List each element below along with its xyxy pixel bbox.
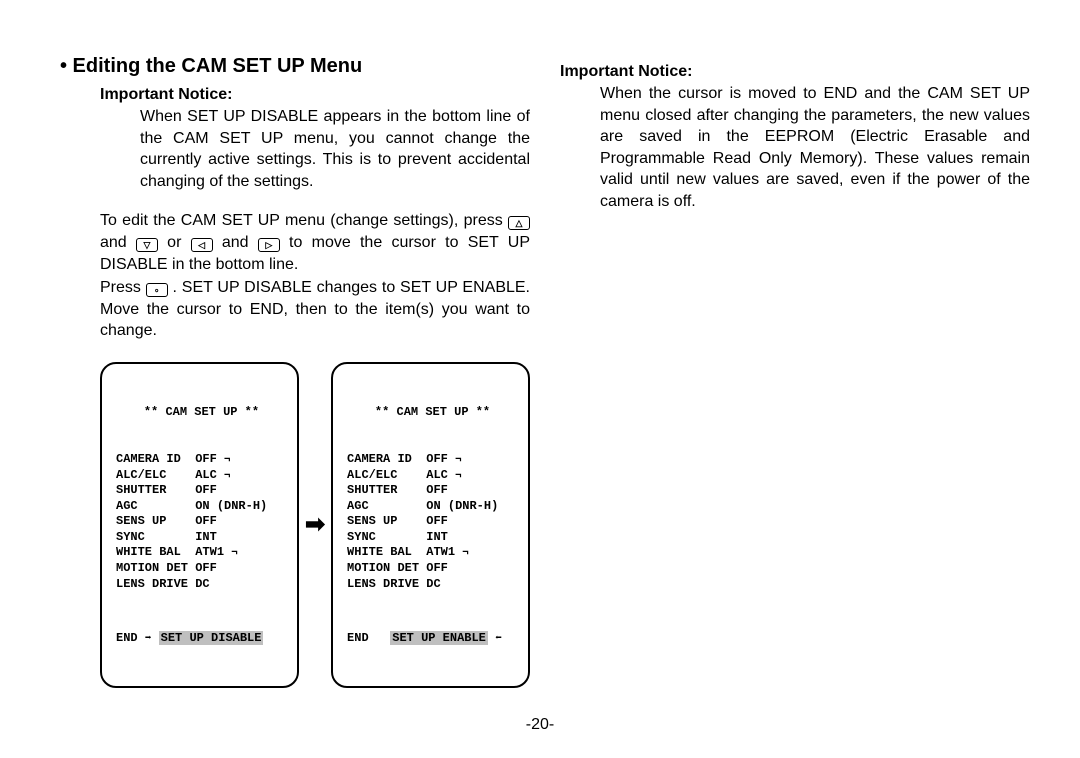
menu-box-disable: ** CAM SET UP ** CAMERA ID OFF ¬ALC/ELC … xyxy=(100,362,299,688)
notice-text-2: When the cursor is moved to END and the … xyxy=(600,83,1030,213)
menu-row: CAMERA ID OFF ¬ xyxy=(347,452,518,468)
transition-arrow-icon: ➡ xyxy=(305,513,325,537)
menu-bottom-enable: END SET UP ENABLE ⬅ xyxy=(347,631,518,647)
notice-label-2: Important Notice: xyxy=(560,63,1030,81)
menu-row: WHITE BAL ATW1 ¬ xyxy=(116,545,287,561)
section-heading: • Editing the CAM SET UP Menu xyxy=(60,55,530,78)
right-column: Important Notice: When the cursor is mov… xyxy=(560,55,1030,758)
submenu-indicator-icon: ¬ xyxy=(455,470,462,482)
menu-row: AGC ON (DNR-H) xyxy=(116,499,287,515)
menu-row: ALC/ELC ALC ¬ xyxy=(116,468,287,484)
menu-row: SHUTTER OFF xyxy=(116,483,287,499)
arrow-left-icon: ⬅ xyxy=(495,633,502,645)
menu-row: SENS UP OFF xyxy=(116,514,287,530)
menu-row: MOTION DET OFF xyxy=(347,561,518,577)
left-column: • Editing the CAM SET UP Menu Important … xyxy=(60,55,530,758)
menu-row: AGC ON (DNR-H) xyxy=(347,499,518,515)
submenu-indicator-icon: ¬ xyxy=(455,454,462,466)
menu-row: SYNC INT xyxy=(116,530,287,546)
instruction-para-1: To edit the CAM SET UP menu (change sett… xyxy=(100,210,530,275)
notice-label-1: Important Notice: xyxy=(100,86,530,104)
manual-page: • Editing the CAM SET UP Menu Important … xyxy=(0,0,1080,758)
menu-illustration: ** CAM SET UP ** CAMERA ID OFF ¬ALC/ELC … xyxy=(100,362,530,688)
enter-key-icon xyxy=(146,283,168,297)
menu-row: WHITE BAL ATW1 ¬ xyxy=(347,545,518,561)
menu-rows: CAMERA ID OFF ¬ALC/ELC ALC ¬SHUTTER OFFA… xyxy=(116,452,287,592)
arrow-right-icon: ➡ xyxy=(145,633,152,645)
menu-row: ALC/ELC ALC ¬ xyxy=(347,468,518,484)
notice-text-1: When SET UP DISABLE appears in the botto… xyxy=(140,106,530,192)
menu-rows: CAMERA ID OFF ¬ALC/ELC ALC ¬SHUTTER OFFA… xyxy=(347,452,518,592)
page-number: -20- xyxy=(0,716,1080,734)
submenu-indicator-icon: ¬ xyxy=(224,454,231,466)
menu-row: CAMERA ID OFF ¬ xyxy=(116,452,287,468)
menu-box-enable: ** CAM SET UP ** CAMERA ID OFF ¬ALC/ELC … xyxy=(331,362,530,688)
menu-row: SYNC INT xyxy=(347,530,518,546)
submenu-indicator-icon: ¬ xyxy=(231,547,238,559)
menu-row: MOTION DET OFF xyxy=(116,561,287,577)
submenu-indicator-icon: ¬ xyxy=(224,470,231,482)
down-key-icon xyxy=(136,238,158,252)
menu-bottom-disable: END ➡ SET UP DISABLE xyxy=(116,631,287,647)
right-key-icon xyxy=(258,238,280,252)
menu-row: SHUTTER OFF xyxy=(347,483,518,499)
menu-row: LENS DRIVE DC xyxy=(116,577,287,593)
menu-row: SENS UP OFF xyxy=(347,514,518,530)
left-key-icon xyxy=(191,238,213,252)
instruction-para-2: Press . SET UP DISABLE changes to SET UP… xyxy=(100,277,530,342)
submenu-indicator-icon: ¬ xyxy=(462,547,469,559)
up-key-icon xyxy=(508,216,530,230)
menu-row: LENS DRIVE DC xyxy=(347,577,518,593)
